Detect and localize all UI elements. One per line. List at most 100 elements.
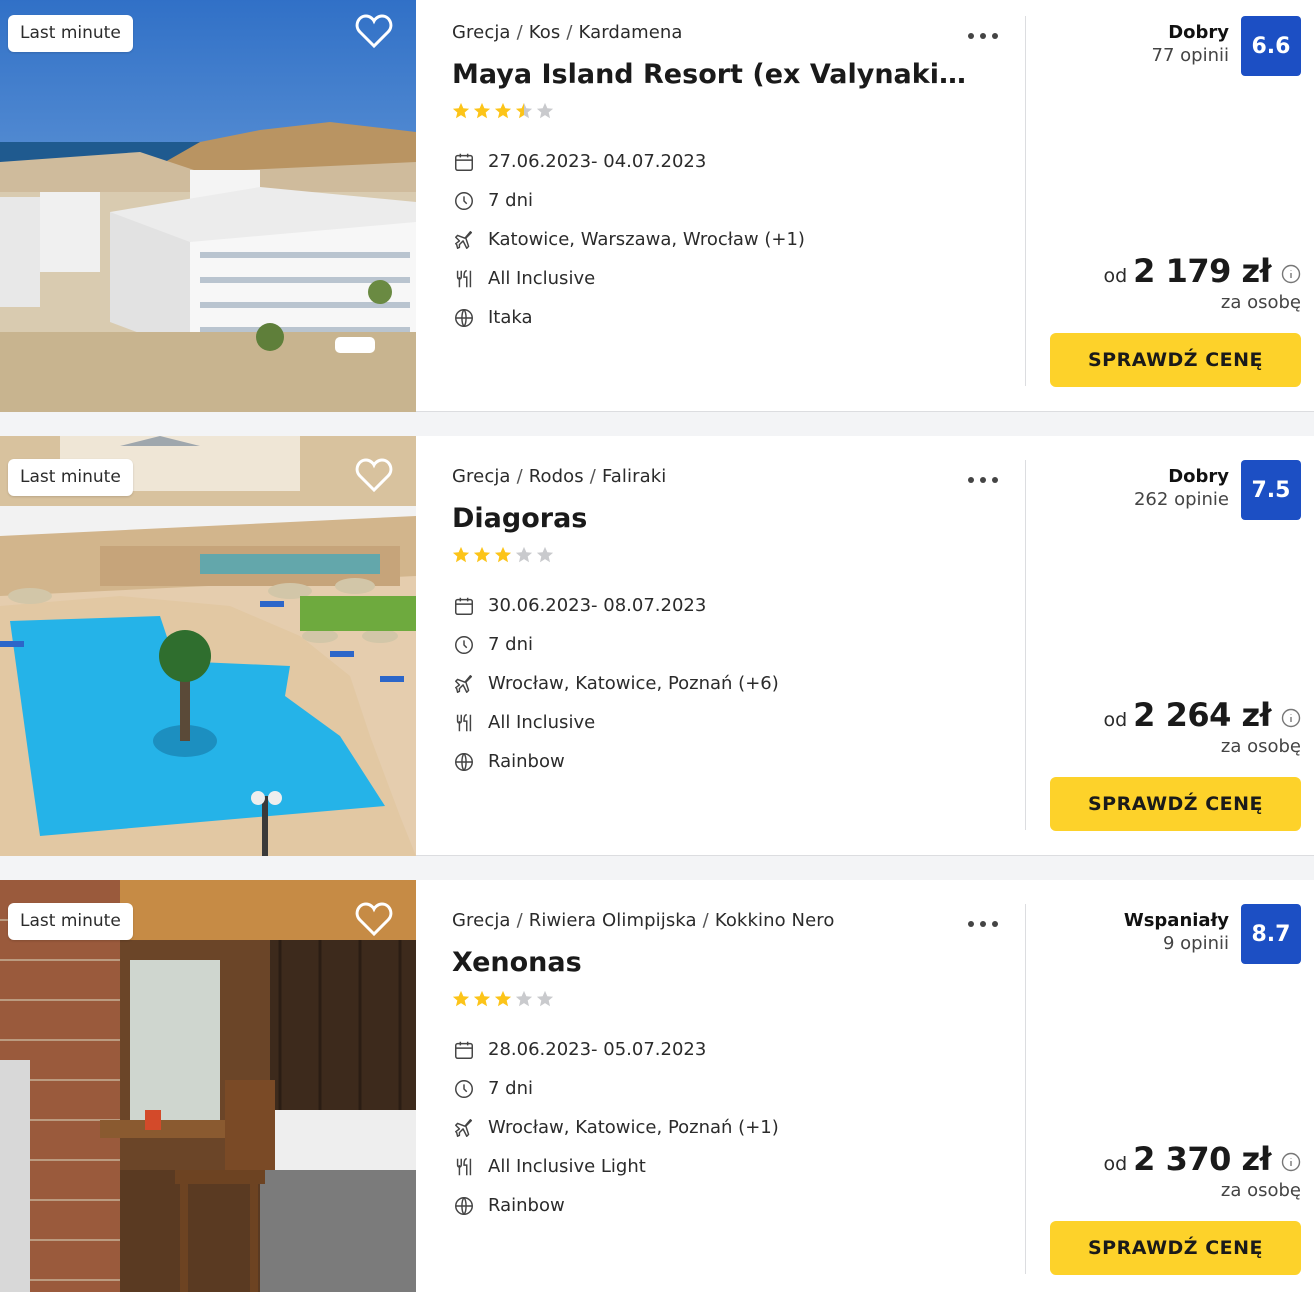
offer-card[interactable]: Last minute Grecja / Riwiera Olimpijska / Ko… (0, 880, 1314, 1292)
offer-details: 27.06.2023- 04.07.2023 7 dni Katowice, W… (452, 142, 805, 337)
star-half-icon (515, 102, 533, 119)
breadcrumb-region[interactable]: Kos (529, 22, 561, 43)
departures-text[interactable]: Katowice, Warszawa, Wrocław (+1) (488, 229, 805, 250)
hotel-photo[interactable]: Last minute (0, 0, 416, 412)
duration-text: 7 dni (488, 634, 534, 655)
hotel-name[interactable]: Maya Island Resort (ex Valynakis Be... (452, 59, 972, 90)
board-text: All Inclusive (488, 712, 596, 733)
price-per-person: za osobę (1220, 736, 1301, 757)
dates-text: 27.06.2023- 04.07.2023 (488, 151, 707, 172)
hotel-name[interactable]: Diagoras (452, 503, 972, 534)
departures-text[interactable]: Wrocław, Katowice, Poznań (+6) (488, 673, 779, 694)
rating-block[interactable]: Wspaniały 9 opinii 8.7 (1124, 904, 1301, 964)
clock-icon (452, 1077, 476, 1101)
operator-row: Rainbow (452, 1186, 779, 1225)
location-breadcrumb: Grecja / Riwiera Olimpijska / Kokkino Nero (452, 910, 834, 931)
rating-label: Wspaniały (1123, 910, 1229, 931)
info-icon[interactable] (1281, 708, 1301, 728)
breadcrumb-separator: / (516, 466, 523, 487)
rating-block[interactable]: Dobry 77 opinii 6.6 (1152, 16, 1301, 76)
info-icon[interactable] (1281, 264, 1301, 284)
star-full-icon (473, 546, 491, 563)
more-options-icon[interactable] (968, 30, 998, 42)
duration-text: 7 dni (488, 1078, 534, 1099)
cutlery-icon (452, 1155, 476, 1179)
divider (1025, 16, 1026, 386)
hotel-stars (452, 546, 554, 564)
calendar-icon (452, 150, 476, 174)
hotel-name[interactable]: Xenonas (452, 947, 972, 978)
hotel-photo[interactable]: Last minute (0, 880, 416, 1292)
globe-icon (452, 750, 476, 774)
cutlery-icon (452, 711, 476, 735)
offer-details: 28.06.2023- 05.07.2023 7 dni Wrocław, Ka… (452, 1030, 779, 1225)
price-per-person: za osobę (1220, 292, 1301, 313)
plane-icon (452, 1116, 476, 1140)
more-options-icon[interactable] (968, 918, 998, 930)
breadcrumb-country[interactable]: Grecja (452, 910, 511, 931)
star-full-icon (452, 990, 470, 1007)
breadcrumb-separator: / (702, 910, 709, 931)
rating-label: Dobry (1168, 22, 1229, 43)
hotel-stars (452, 990, 554, 1008)
divider (1025, 904, 1026, 1274)
board-row: All Inclusive (452, 259, 805, 298)
star-empty-icon (536, 990, 554, 1007)
operator-text: Rainbow (488, 751, 565, 772)
more-options-icon[interactable] (968, 474, 998, 486)
price-block: od 2 179 zł za osobę (1103, 252, 1301, 313)
check-price-button[interactable]: SPRAWDŹ CENĘ (1050, 1221, 1301, 1275)
rating-score: 6.6 (1241, 16, 1301, 76)
breadcrumb-separator: / (516, 22, 523, 43)
dates-text: 30.06.2023- 08.07.2023 (488, 595, 707, 616)
duration-text: 7 dni (488, 190, 534, 211)
dates-row: 27.06.2023- 04.07.2023 (452, 142, 805, 181)
reviews-count[interactable]: 77 opinii (1152, 45, 1229, 66)
location-breadcrumb: Grecja / Kos / Kardamena (452, 22, 683, 43)
breadcrumb-region[interactable]: Riwiera Olimpijska (529, 910, 697, 931)
duration-row: 7 dni (452, 625, 779, 664)
divider (1025, 460, 1026, 830)
hotel-photo[interactable]: Last minute (0, 436, 416, 856)
favorite-heart-icon[interactable] (355, 13, 393, 49)
departures-text[interactable]: Wrocław, Katowice, Poznań (+1) (488, 1117, 779, 1138)
dates-text: 28.06.2023- 05.07.2023 (488, 1039, 707, 1060)
price-prefix: od (1103, 1153, 1128, 1175)
breadcrumb-region[interactable]: Rodos (529, 466, 584, 487)
rating-label: Dobry (1168, 466, 1229, 487)
board-text: All Inclusive (488, 268, 596, 289)
offer-list: Last minute Grecja / Kos / Kardamena Maya Is… (0, 0, 1314, 1292)
plane-icon (452, 672, 476, 696)
offer-card[interactable]: Last minute Grecja / Kos / Kardamena Maya Is… (0, 0, 1314, 412)
favorite-heart-icon[interactable] (355, 901, 393, 937)
rating-block[interactable]: Dobry 262 opinie 7.5 (1134, 460, 1301, 520)
check-price-button[interactable]: SPRAWDŹ CENĘ (1050, 777, 1301, 831)
price-prefix: od (1103, 265, 1128, 287)
location-breadcrumb: Grecja / Rodos / Faliraki (452, 466, 666, 487)
breadcrumb-city[interactable]: Faliraki (602, 466, 666, 487)
reviews-count[interactable]: 262 opinie (1134, 489, 1229, 510)
breadcrumb-country[interactable]: Grecja (452, 466, 511, 487)
star-full-icon (473, 102, 491, 119)
star-full-icon (452, 102, 470, 119)
reviews-count[interactable]: 9 opinii (1124, 933, 1229, 954)
info-icon[interactable] (1281, 1152, 1301, 1172)
departures-row: Katowice, Warszawa, Wrocław (+1) (452, 220, 805, 259)
plane-icon (452, 228, 476, 252)
star-full-icon (494, 546, 512, 563)
calendar-icon (452, 1038, 476, 1062)
check-price-button[interactable]: SPRAWDŹ CENĘ (1050, 333, 1301, 387)
star-empty-icon (515, 546, 533, 563)
last-minute-badge: Last minute (8, 15, 133, 52)
star-full-icon (473, 990, 491, 1007)
breadcrumb-city[interactable]: Kokkino Nero (715, 910, 835, 931)
breadcrumb-country[interactable]: Grecja (452, 22, 511, 43)
price-block: od 2 370 zł za osobę (1103, 1140, 1301, 1201)
star-full-icon (452, 546, 470, 563)
operator-row: Rainbow (452, 742, 779, 781)
favorite-heart-icon[interactable] (355, 457, 393, 493)
offer-card[interactable]: Last minute Grecja / Rodos / Faliraki Diagor… (0, 436, 1314, 856)
breadcrumb-city[interactable]: Kardamena (579, 22, 683, 43)
last-minute-badge: Last minute (8, 903, 133, 940)
departures-row: Wrocław, Katowice, Poznań (+6) (452, 664, 779, 703)
